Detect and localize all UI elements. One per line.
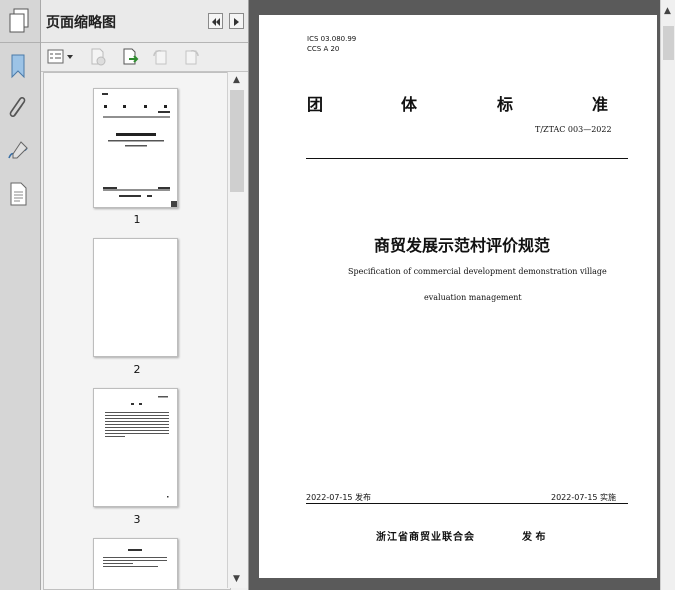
ccs-code: CCS A 20: [307, 45, 340, 53]
rotate-right-icon[interactable]: [183, 48, 201, 66]
panel-toolbar: [41, 43, 248, 72]
document-title-cn: 商贸发展示范村评价规范: [374, 236, 551, 255]
options-icon[interactable]: [47, 48, 75, 66]
page-thumbnail-2[interactable]: [93, 238, 178, 357]
rotate-left-icon[interactable]: [151, 48, 169, 66]
pages-icon[interactable]: [8, 8, 30, 34]
thumbnail-label-2: 2: [133, 363, 141, 376]
publisher: 浙江省商贸业联合会: [376, 532, 475, 543]
document-title-en-1: Specification of commercial development …: [348, 267, 607, 276]
thumbnails-panel: 页面缩略图 1 2 3 ▲ ▼: [41, 0, 249, 590]
panel-menu-button[interactable]: [229, 13, 244, 29]
panel-title: 页面缩略图: [46, 15, 116, 31]
delete-page-icon[interactable]: [89, 48, 107, 66]
bookmark-icon[interactable]: [5, 52, 31, 80]
scroll-down-arrow-icon[interactable]: ▼: [233, 574, 240, 584]
navigation-rail: [0, 0, 41, 590]
page-thumbnail-1[interactable]: [93, 88, 178, 208]
scrollbar-thumb[interactable]: [230, 90, 244, 192]
page-thumbnail-3[interactable]: [93, 388, 178, 507]
scrollbar-thumb[interactable]: [663, 26, 674, 60]
effective-date: 2022-07-15 实施: [551, 493, 617, 502]
thumbnail-list[interactable]: 1 2 3: [43, 72, 231, 590]
document-icon[interactable]: [5, 180, 31, 208]
double-left-arrow-icon: [212, 18, 220, 26]
standard-number: T/ZTAC 003—2022: [535, 125, 612, 134]
publish-label: 发 布: [522, 532, 546, 543]
header-rule: [306, 158, 628, 159]
rail-divider: [0, 42, 40, 43]
panel-header: 页面缩略图: [41, 0, 248, 43]
right-arrow-icon: [234, 18, 239, 26]
signature-icon[interactable]: [5, 138, 31, 166]
document-title-en-2: evaluation management: [424, 293, 522, 302]
ics-code: ICS 03.080.99: [307, 35, 357, 43]
thumbnail-scrollbar[interactable]: ▲ ▼: [227, 72, 247, 588]
document-scrollbar[interactable]: ▲: [660, 0, 675, 590]
page-thumbnail-4[interactable]: [93, 538, 178, 589]
issue-date: 2022-07-15 发布: [306, 493, 372, 502]
page-thumbnail-preview: [105, 396, 169, 498]
footer-rule: [306, 503, 628, 504]
thumbnail-label-1: 1: [133, 213, 141, 226]
scroll-up-arrow-icon[interactable]: ▲: [664, 6, 671, 16]
paperclip-icon[interactable]: [5, 94, 31, 122]
extract-page-icon[interactable]: [121, 48, 139, 66]
document-viewer[interactable]: ICS 03.080.99 CCS A 20 团 体 标 准 T/ZTAC 00…: [249, 0, 675, 590]
page-thumbnail-preview: [102, 93, 177, 207]
scroll-up-arrow-icon[interactable]: ▲: [233, 75, 240, 85]
standard-type-char: 准: [592, 95, 609, 114]
standard-type-char: 体: [401, 95, 418, 114]
thumbnail-label-3: 3: [133, 513, 141, 526]
standard-type-char: 标: [497, 95, 514, 114]
collapse-panel-button[interactable]: [208, 13, 223, 29]
page-thumbnail-preview: [103, 549, 167, 567]
standard-type-char: 团: [307, 95, 324, 114]
document-page: ICS 03.080.99 CCS A 20 团 体 标 准 T/ZTAC 00…: [259, 15, 657, 578]
